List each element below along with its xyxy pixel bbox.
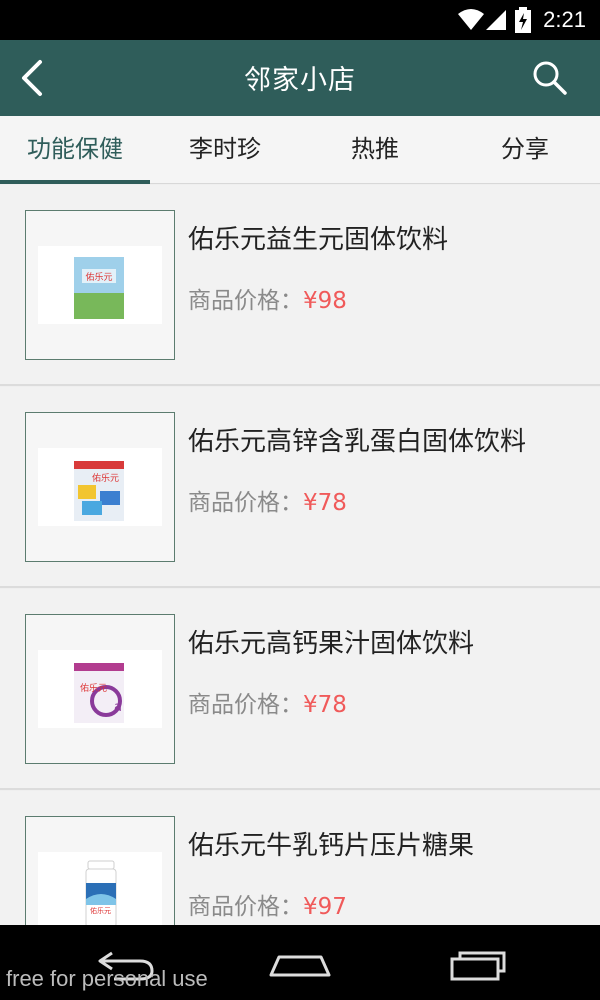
product-item[interactable]: a 佑乐元 佑乐元高钙果汁固体饮料 商品价格：¥78 (0, 589, 600, 790)
signal-icon (486, 10, 506, 30)
svg-text:佑乐元: 佑乐元 (85, 271, 112, 283)
product-price: ¥97 (303, 894, 347, 920)
product-image: 佑乐元 (25, 210, 175, 360)
product-item[interactable]: 佑乐元 佑乐元高锌含乳蛋白固体饮料 商品价格：¥78 (0, 387, 600, 588)
page-title: 邻家小店 (244, 65, 356, 96)
home-nav-icon[interactable] (265, 945, 335, 985)
product-price: ¥78 (303, 692, 347, 718)
tab-li-shizhen[interactable]: 李时珍 (150, 116, 300, 184)
watermark-text: free for personal use (6, 966, 208, 991)
svg-text:佑乐元: 佑乐元 (92, 472, 119, 484)
tab-share[interactable]: 分享 (450, 116, 600, 184)
price-label: 商品价格： (188, 692, 303, 718)
status-time: 2:21 (543, 7, 586, 32)
product-item[interactable]: 佑乐元 佑乐元益生元固体饮料 商品价格：¥98 (0, 185, 600, 386)
product-price-row: 商品价格：¥78 (188, 685, 347, 719)
tab-functional-health[interactable]: 功能保健 (0, 116, 150, 184)
product-price: ¥78 (303, 490, 347, 516)
status-bar: 2:21 (0, 0, 600, 40)
svg-text:a: a (114, 700, 122, 715)
price-label: 商品价格： (188, 288, 303, 314)
product-item[interactable]: 佑乐元 佑乐元牛乳钙片压片糖果 商品价格：¥97 (0, 791, 600, 925)
svg-text:佑乐元: 佑乐元 (90, 906, 111, 915)
product-image: a 佑乐元 (25, 614, 175, 764)
recent-apps-icon[interactable] (440, 945, 510, 985)
active-tab-indicator (0, 180, 150, 184)
app-bar: 邻家小店 (0, 40, 600, 116)
product-price: ¥98 (303, 288, 347, 314)
price-label: 商品价格： (188, 490, 303, 516)
product-image: 佑乐元 (25, 816, 175, 925)
product-name: 佑乐元益生元固体饮料 (188, 225, 449, 255)
product-name: 佑乐元牛乳钙片压片糖果 (188, 831, 475, 861)
price-label: 商品价格： (188, 894, 303, 920)
svg-text:佑乐元: 佑乐元 (80, 682, 107, 694)
product-price-row: 商品价格：¥97 (188, 887, 347, 921)
search-icon[interactable] (530, 58, 570, 98)
product-list: 佑乐元 佑乐元益生元固体饮料 商品价格：¥98 佑乐元 佑乐元高锌含乳蛋白固体饮… (0, 185, 600, 925)
battery-charging-icon (515, 7, 531, 33)
product-image: 佑乐元 (25, 412, 175, 562)
product-price-row: 商品价格：¥98 (188, 281, 347, 315)
category-tabs: 功能保健 李时珍 热推 分享 (0, 116, 600, 184)
product-name: 佑乐元高钙果汁固体饮料 (188, 629, 475, 659)
tab-hot[interactable]: 热推 (300, 116, 450, 184)
product-name: 佑乐元高锌含乳蛋白固体饮料 (188, 427, 527, 457)
product-price-row: 商品价格：¥78 (188, 483, 347, 517)
wifi-icon (458, 9, 484, 30)
